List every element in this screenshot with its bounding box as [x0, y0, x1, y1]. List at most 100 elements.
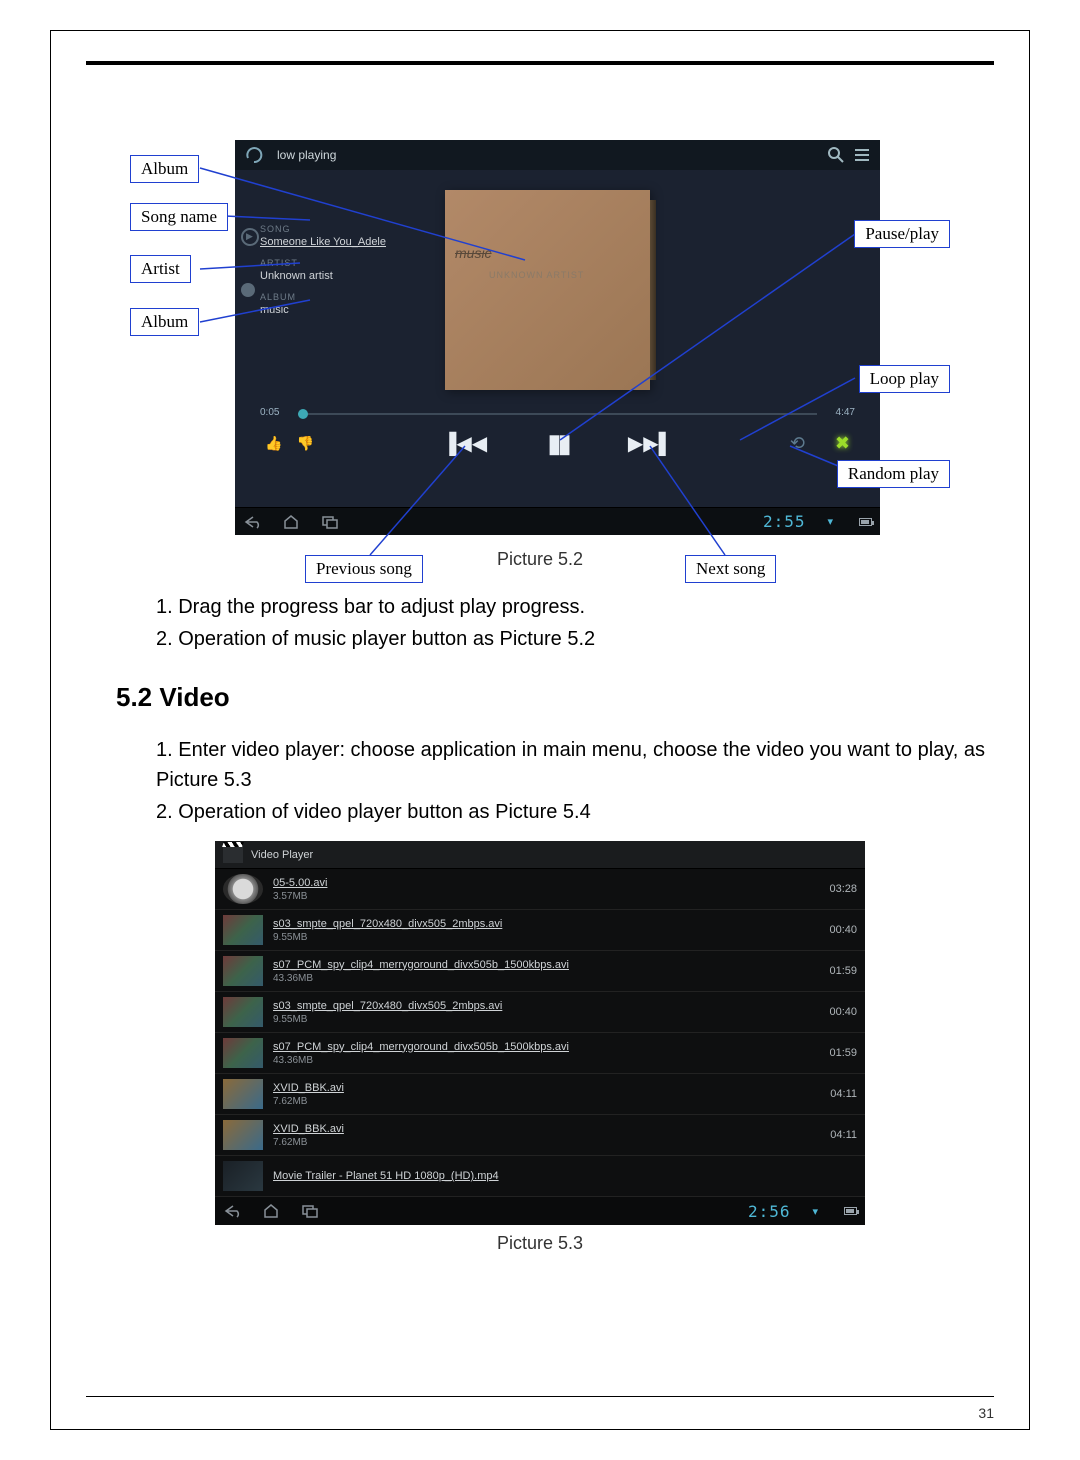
video-filesize: 7.62MB: [273, 1137, 814, 1148]
video-duration: 03:28: [823, 883, 857, 895]
video-list-item[interactable]: XVID_BBK.avi 7.62MB 04:11: [215, 1115, 865, 1156]
callout-pause-play: Pause/play: [854, 220, 950, 248]
video-filename: s07_PCM_spy_clip4_merrygoround_divx505b_…: [273, 1041, 813, 1053]
transport-controls: ▐◀◀ ▮▮ ▶▶▌: [442, 428, 673, 459]
video-info: XVID_BBK.avi 7.62MB: [273, 1123, 814, 1148]
video-player-title: Video Player: [251, 849, 313, 861]
video-filename: Movie Trailer - Planet 51 HD 1080p_(HD).…: [273, 1170, 857, 1182]
pause-button[interactable]: ▮▮: [547, 428, 568, 459]
video-thumbnail: [223, 1079, 263, 1109]
search-icon[interactable]: [828, 147, 844, 163]
progress-track: [298, 413, 817, 415]
mode-controls: ⟲ ✖: [790, 433, 850, 454]
video-info: 05-5.00.avi 3.57MB: [273, 877, 813, 902]
bullet-icon: [241, 283, 255, 297]
thumb-up-icon[interactable]: 👍: [265, 435, 282, 452]
callout-random-play: Random play: [837, 460, 950, 488]
video-filename: XVID_BBK.avi: [273, 1082, 814, 1094]
callout-loop-play: Loop play: [859, 365, 950, 393]
list-item: 2. Operation of video player button as P…: [156, 797, 994, 827]
back-arc-icon[interactable]: [245, 146, 263, 164]
play-circle-icon: [241, 228, 259, 246]
thumb-down-icon[interactable]: 👎: [296, 435, 313, 452]
callout-previous-song: Previous song: [305, 555, 423, 583]
video-filesize: 9.55MB: [273, 932, 813, 943]
video-duration: 04:11: [824, 1129, 857, 1141]
video-filename: XVID_BBK.avi: [273, 1123, 814, 1135]
nav-back-icon[interactable]: [243, 515, 261, 529]
instruction-list-music: 1. Drag the progress bar to adjust play …: [156, 592, 994, 654]
next-track-button[interactable]: ▶▶▌: [628, 431, 673, 456]
loop-icon[interactable]: ⟲: [790, 433, 805, 454]
video-info: Movie Trailer - Planet 51 HD 1080p_(HD).…: [273, 1170, 857, 1182]
rating-controls: 👍 👎: [265, 435, 314, 452]
nav-back-icon[interactable]: [223, 1204, 241, 1218]
video-filename: s07_PCM_spy_clip4_merrygoround_divx505b_…: [273, 959, 813, 971]
wifi-icon: ▾: [827, 515, 833, 528]
nav-home-icon[interactable]: [283, 515, 299, 529]
page-content: Album Song name Artist Album Pause/play …: [51, 65, 1029, 1264]
music-player-header: low playing: [235, 140, 880, 170]
section-heading-video: 5.2 Video: [116, 682, 994, 713]
video-info: XVID_BBK.avi7.62MB: [273, 1082, 814, 1107]
figure-music-player: Album Song name Artist Album Pause/play …: [130, 140, 950, 570]
video-duration: 04:11: [824, 1088, 857, 1100]
list-item: 1. Drag the progress bar to adjust play …: [156, 592, 994, 622]
list-item: 2. Operation of music player button as P…: [156, 624, 994, 654]
video-duration: 00:40: [823, 1006, 857, 1018]
wifi-icon: ▾: [812, 1205, 818, 1218]
video-player-header: Video Player: [215, 841, 865, 869]
video-filesize: 43.36MB: [273, 973, 813, 984]
video-duration: 00:40: [823, 924, 857, 936]
video-duration: 01:59: [823, 1047, 857, 1059]
video-thumbnail: [223, 1038, 263, 1068]
progress-bar[interactable]: 0:05 4:47: [260, 405, 855, 425]
video-list: 05-5.00.avi 3.57MB 03:28 s03_smpte_qpel_720…: [215, 869, 865, 1197]
android-nav-bar: 2:56 ▾: [215, 1197, 865, 1225]
time-elapsed: 0:05: [260, 407, 279, 418]
video-filename: 05-5.00.avi: [273, 877, 813, 889]
page-frame: Album Song name Artist Album Pause/play …: [50, 30, 1030, 1430]
video-info: s07_PCM_spy_clip4_merrygoround_divx505b_…: [273, 959, 813, 984]
menu-lines-icon[interactable]: [854, 148, 870, 162]
video-list-item[interactable]: 05-5.00.avi 3.57MB 03:28: [215, 869, 865, 910]
video-info: s03_smpte_qpel_720x480_divx505_2mbps.avi…: [273, 918, 813, 943]
caption-picture-5-3: Picture 5.3: [86, 1233, 994, 1254]
page-number: 31: [978, 1405, 994, 1421]
previous-track-button[interactable]: ▐◀◀: [442, 431, 487, 456]
battery-icon: [859, 518, 872, 526]
video-thumbnail: [223, 1120, 263, 1150]
album-art: music UNKNOWN ARTIST: [445, 190, 650, 390]
video-list-item[interactable]: XVID_BBK.avi7.62MB 04:11: [215, 1074, 865, 1115]
footer-rule: [86, 1396, 994, 1397]
nav-recent-icon[interactable]: [301, 1204, 319, 1218]
video-filename: s03_smpte_qpel_720x480_divx505_2mbps.avi: [273, 1000, 813, 1012]
video-list-item[interactable]: s07_PCM_spy_clip4_merrygoround_divx505b_…: [215, 1033, 865, 1074]
progress-knob[interactable]: [298, 409, 308, 419]
video-filesize: 9.55MB: [273, 1014, 813, 1025]
video-list-item[interactable]: s03_smpte_qpel_720x480_divx505_2mbps.avi…: [215, 992, 865, 1033]
status-clock: 2:55: [763, 512, 806, 531]
video-list-item[interactable]: Movie Trailer - Planet 51 HD 1080p_(HD).…: [215, 1156, 865, 1197]
video-info: s03_smpte_qpel_720x480_divx505_2mbps.avi…: [273, 1000, 813, 1025]
nav-recent-icon[interactable]: [321, 515, 339, 529]
music-player-screen: low playing SONG Someone Like You_Adele …: [235, 140, 880, 535]
playback-controls: 👍 👎 ▐◀◀ ▮▮ ▶▶▌ ⟲ ✖: [235, 435, 880, 452]
video-list-item[interactable]: s03_smpte_qpel_720x480_divx505_2mbps.avi…: [215, 910, 865, 951]
callout-next-song: Next song: [685, 555, 776, 583]
list-item: 1. Enter video player: choose applicatio…: [156, 735, 994, 795]
video-filesize: 3.57MB: [273, 891, 813, 902]
clapper-icon: [223, 847, 243, 863]
shuffle-icon[interactable]: ✖: [835, 433, 850, 454]
battery-icon: [844, 1207, 857, 1215]
video-filename: s03_smpte_qpel_720x480_divx505_2mbps.avi: [273, 918, 813, 930]
instruction-list-video: 1. Enter video player: choose applicatio…: [156, 735, 994, 827]
callout-album-2: Album: [130, 308, 199, 336]
album-art-title: music: [455, 245, 492, 261]
video-list-item[interactable]: s07_PCM_spy_clip4_merrygoround_divx505b_…: [215, 951, 865, 992]
callout-artist: Artist: [130, 255, 191, 283]
video-info: s07_PCM_spy_clip4_merrygoround_divx505b_…: [273, 1041, 813, 1066]
status-clock: 2:56: [748, 1202, 791, 1221]
music-player-body: SONG Someone Like You_Adele ARTIST Unkno…: [235, 170, 880, 470]
nav-home-icon[interactable]: [263, 1204, 279, 1218]
